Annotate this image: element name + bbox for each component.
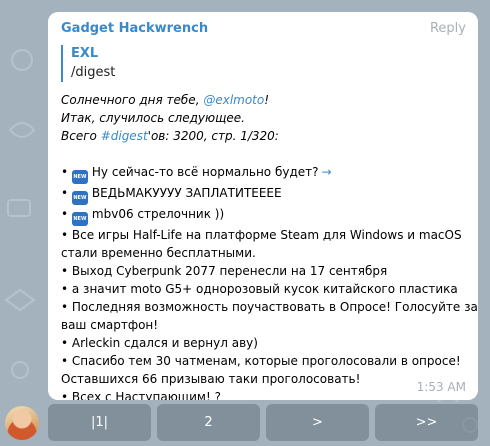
digest-item: • NEW mbv06 стрелочник )) [61,205,466,226]
arrow-right-icon: → [321,165,332,179]
intro-line: Итак, случилось следующее. [61,111,245,125]
digest-item: • NEW ВЕДЬМАКУУУУ ЗАПЛАТИТЕЕЕЕ [61,184,466,205]
page-last-button[interactable]: >> [375,404,478,441]
new-badge-icon: NEW [71,191,88,205]
new-badge-icon: NEW [71,170,88,184]
digest-line: • Arleckin сдался и вернул аву) [61,336,258,350]
digest-item-text: ВЕДЬМАКУУУУ ЗАПЛАТИТЕЕЕЕ [91,186,282,200]
sender-name[interactable]: Gadget Hackwrench [61,20,466,38]
new-badge-icon: NEW [71,212,88,226]
digest-hashtag[interactable]: #digest [101,129,148,143]
digest-item: • NEW Ну сейчас-то всё нормально будет? → [61,163,466,184]
message-bubble[interactable]: Gadget Hackwrench Reply EXL /digest Солн… [48,12,478,400]
quote-text: /digest [71,65,116,80]
total-line: Всего #digest'ов: 3200, стр. 1/320: [61,127,466,145]
digest-line: • Выход Cyberpunk 2077 перенесли на 17 с… [61,264,388,278]
digest-line: • Последняя возможность поучаствовать в … [61,300,478,314]
digest-item-text: Ну сейчас-то всё нормально будет? [91,165,319,179]
digest-line: • Все игры Half-Life на платформе Steam … [61,228,462,242]
user-mention[interactable]: @exlmoto [203,93,264,107]
digest-line: ваш смартфон! [61,318,159,332]
greeting-prefix: Солнечного дня тебе, [61,93,204,107]
greeting-line: Солнечного дня тебе, @exlmoto! [61,91,466,109]
message-timestamp: 1:53 AM [416,380,466,394]
digest-intro: Солнечного дня тебе, @exlmoto! Итак, слу… [61,91,466,145]
digest-line: • Всех с Наступающим! ? [61,390,221,400]
reply-quote[interactable]: EXL /digest [61,45,466,82]
total-prefix: Всего [61,129,101,143]
quote-author: EXL [71,46,99,61]
avatar[interactable] [5,406,39,440]
page-first-button[interactable]: |1| [48,404,151,441]
digest-line: Оставшихся 66 призываю таки проголосоват… [61,372,361,386]
total-suffix: 'ов: 3200, стр. 1/320: [147,129,279,143]
greeting-suffix: ! [264,93,270,107]
digest-line: • а значит moto G5+ однорозовый кусок ки… [61,282,458,296]
digest-item-text: mbv06 стрелочник )) [91,207,225,221]
page-next-button[interactable]: > [266,404,369,441]
reply-button[interactable]: Reply [430,20,466,37]
digest-line: стали временно бесплатными. [61,246,256,260]
page-2-button[interactable]: 2 [157,404,260,441]
digest-line: • Спасибо тем 30 чатменам, которые прого… [61,354,461,368]
